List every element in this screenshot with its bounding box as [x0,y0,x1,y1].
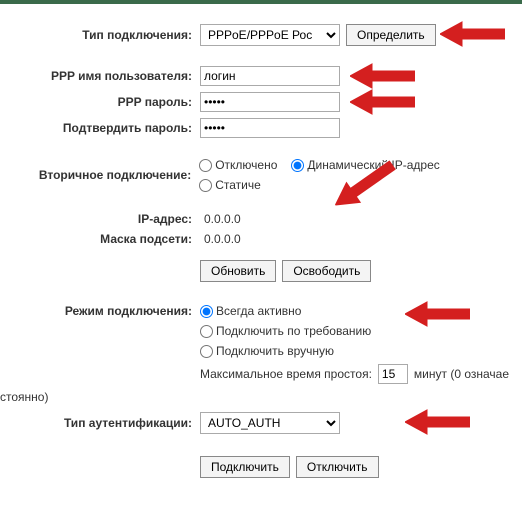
arrow-icon [350,88,415,116]
idle-time-label-prefix: Максимальное время простоя: [200,367,372,381]
radio-label: Подключить вручную [216,344,334,358]
arrow-icon [350,62,415,90]
ip-address-label: IP-адрес: [0,212,200,226]
ppp-confirm-input[interactable] [200,118,340,138]
radio-label: Статиче [215,178,261,192]
connection-type-label: Тип подключения: [0,28,200,42]
radio-label: Всегда активно [216,304,301,318]
mode-always-radio[interactable]: Всегда активно [200,304,301,318]
ppp-password-label: PPP пароль: [0,95,200,109]
radio-label: Отключено [215,158,277,172]
radio-label: Динамический IP-адрес [307,158,439,172]
ppp-username-label: PPP имя пользователя: [0,69,200,83]
subnet-mask-label: Маска подсети: [0,232,200,246]
detect-button[interactable]: Определить [346,24,436,46]
ppp-password-input[interactable] [200,92,340,112]
connect-button[interactable]: Подключить [200,456,290,478]
radio-label: Подключить по требованию [216,324,371,338]
settings-form: Тип подключения: PPPoE/PPPoE Рос Определ… [0,4,522,478]
connection-mode-label: Режим подключения: [0,304,200,318]
connection-type-select[interactable]: PPPoE/PPPoE Рос [200,24,340,46]
mode-demand-radio[interactable]: Подключить по требованию [200,324,371,338]
ip-address-value: 0.0.0.0 [200,212,241,226]
secondary-dynamic-radio[interactable]: Динамический IP-адрес [291,158,439,172]
secondary-connection-label: Вторичное подключение: [0,168,199,182]
idle-time-label-suffix: минут (0 означае [414,367,509,381]
mode-manual-radio[interactable]: Подключить вручную [200,344,334,358]
disconnect-button[interactable]: Отключить [296,456,379,478]
refresh-button[interactable]: Обновить [200,260,276,282]
arrow-icon [405,408,470,436]
ppp-confirm-label: Подтвердить пароль: [0,121,200,135]
secondary-disabled-radio[interactable]: Отключено [199,158,277,172]
idle-time-input[interactable] [378,364,408,384]
release-button[interactable]: Освободить [282,260,371,282]
arrow-icon [440,20,505,48]
auth-type-select[interactable]: AUTO_AUTH [200,412,340,434]
auth-type-label: Тип аутентификации: [0,416,200,430]
truncated-text: стоянно) [0,390,48,404]
secondary-static-radio[interactable]: Статиче [199,178,261,192]
ppp-username-input[interactable] [200,66,340,86]
subnet-mask-value: 0.0.0.0 [200,232,241,246]
